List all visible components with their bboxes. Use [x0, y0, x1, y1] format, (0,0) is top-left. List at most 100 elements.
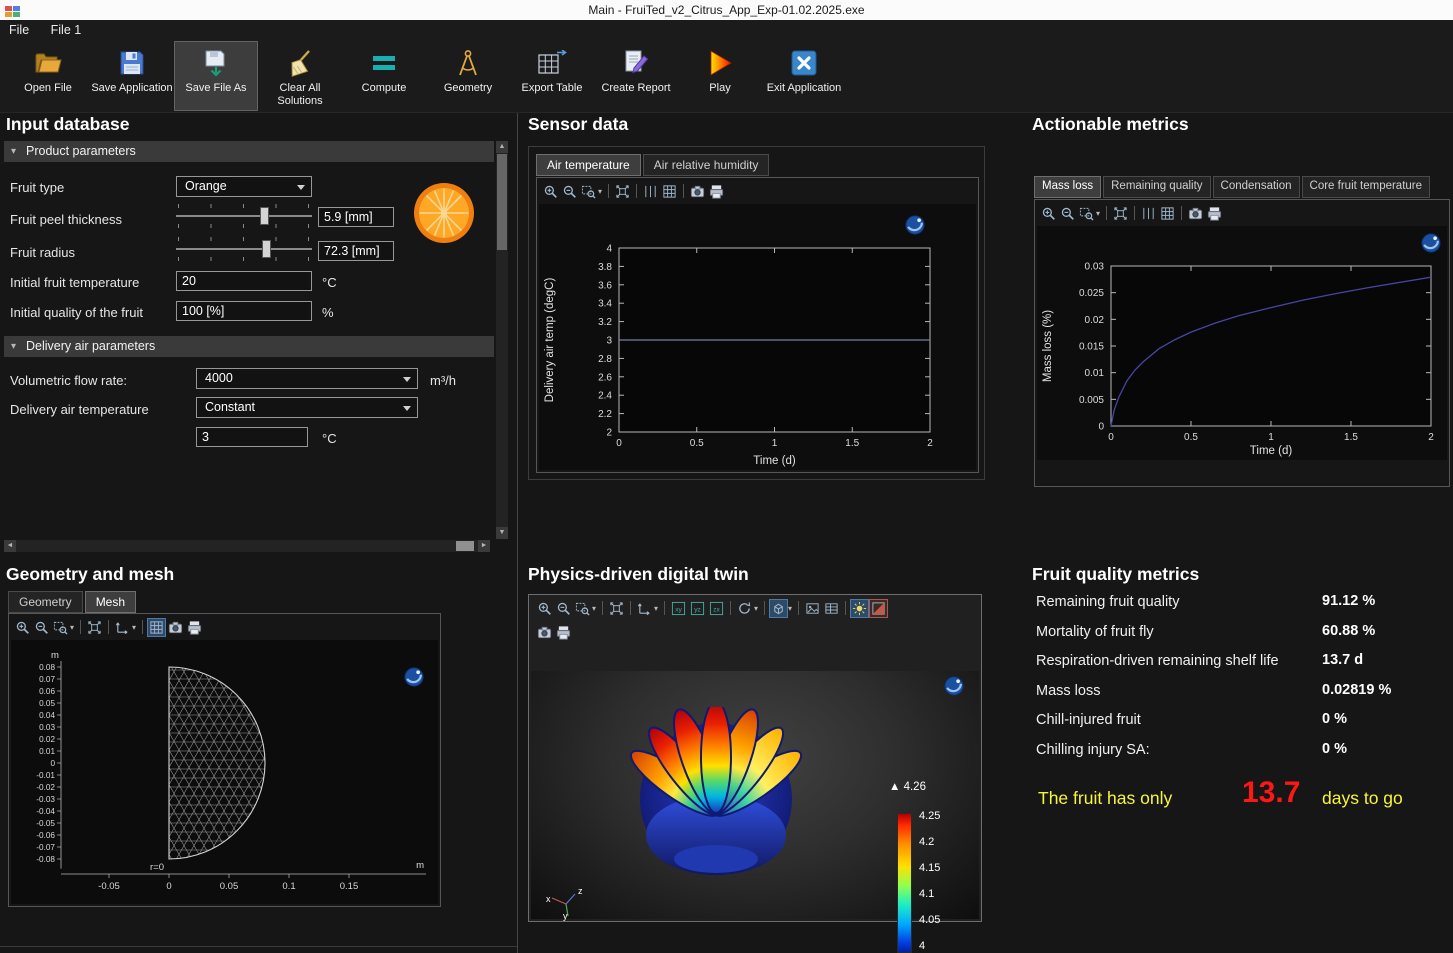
zoom-out-icon[interactable]: [32, 618, 51, 637]
zoom-in-icon[interactable]: [541, 182, 560, 201]
3d-viewport[interactable]: ▲ 4.26 4.25 4.2 4.15 4.1 4.05 4 ▼ 3.99 x…: [531, 671, 979, 919]
dropdown-caret-icon[interactable]: ▾: [70, 623, 74, 632]
zoom-in-icon[interactable]: [1039, 204, 1058, 223]
mesh-plot[interactable]: 0.080.070.060.050.040.030.020.010-0.01-0…: [11, 640, 438, 904]
menu-file-1[interactable]: File 1: [42, 20, 91, 41]
play-button[interactable]: Play: [678, 41, 762, 111]
delivery-air-parameters-header[interactable]: ▾ Delivery air parameters: [4, 336, 494, 357]
vlines-icon[interactable]: [641, 182, 660, 201]
clip-icon[interactable]: [869, 599, 888, 618]
exit-application-button[interactable]: Exit Application: [762, 41, 846, 111]
dropdown-caret-icon[interactable]: ▾: [1096, 209, 1100, 218]
zoom-out-icon[interactable]: [1058, 204, 1077, 223]
dropdown-caret-icon[interactable]: ▾: [754, 604, 758, 613]
extents-icon[interactable]: [613, 182, 632, 201]
camera-icon[interactable]: [535, 623, 554, 642]
fruit-radius-field[interactable]: 72.3 [mm]: [318, 241, 394, 261]
flow-rate-dropdown[interactable]: 4000: [196, 368, 418, 389]
default-view-icon[interactable]: [769, 599, 788, 618]
tab-geometry[interactable]: Geometry: [8, 591, 83, 613]
extents-icon[interactable]: [85, 618, 104, 637]
print-icon[interactable]: [1205, 204, 1224, 223]
grid-icon[interactable]: [660, 182, 679, 201]
geometry-button[interactable]: Geometry: [426, 41, 510, 111]
export-table-button[interactable]: Export Table: [510, 41, 594, 111]
product-parameters-header[interactable]: ▾ Product parameters: [4, 141, 494, 162]
scroll-right-button[interactable]: ►: [478, 540, 490, 552]
dropdown-caret-icon[interactable]: ▾: [598, 187, 602, 196]
save-application-button[interactable]: Save Application: [90, 41, 174, 111]
scroll-down-button[interactable]: ▼: [496, 527, 508, 539]
svg-text:Time (d): Time (d): [1250, 445, 1293, 457]
grid-icon[interactable]: [1158, 204, 1177, 223]
dropdown-caret-icon[interactable]: ▾: [654, 604, 658, 613]
peel-thickness-slider[interactable]: [176, 203, 312, 229]
fruit-radius-slider[interactable]: [176, 236, 312, 262]
camera-icon[interactable]: [1186, 204, 1205, 223]
clear-all-solutions-button[interactable]: Clear All Solutions: [258, 41, 342, 111]
extents-icon[interactable]: [607, 599, 626, 618]
scroll-up-button[interactable]: ▲: [496, 141, 508, 153]
metric-label: Respiration-driven remaining shelf life: [1036, 653, 1279, 669]
tab-condensation[interactable]: Condensation: [1213, 176, 1300, 198]
camera-icon[interactable]: [688, 182, 707, 201]
scrollbar-thumb[interactable]: [497, 154, 507, 250]
dropdown-caret-icon[interactable]: ▾: [132, 623, 136, 632]
initial-quality-field[interactable]: 100 [%]: [176, 301, 312, 321]
table-icon[interactable]: [822, 599, 841, 618]
zoom-box-icon[interactable]: [579, 182, 598, 201]
horizontal-scrollbar[interactable]: ◄ ►: [4, 540, 490, 552]
mass-loss-chart[interactable]: 00.511.5200.0050.010.0150.020.0250.03Tim…: [1037, 226, 1447, 460]
camera-icon[interactable]: [166, 618, 185, 637]
save-file-as-button[interactable]: Save File As: [174, 41, 258, 111]
constant-temp-field[interactable]: 3: [196, 427, 308, 447]
tab-remaining-quality[interactable]: Remaining quality: [1103, 176, 1210, 198]
open-file-button[interactable]: Open File: [6, 41, 90, 111]
vlines-icon[interactable]: [1139, 204, 1158, 223]
compute-button[interactable]: Compute: [342, 41, 426, 111]
zoom-out-icon[interactable]: [560, 182, 579, 201]
zoom-box-icon[interactable]: [573, 599, 592, 618]
svg-text:0.005: 0.005: [1079, 395, 1104, 406]
zoom-box-icon[interactable]: [1077, 204, 1096, 223]
dropdown-caret-icon[interactable]: ▾: [788, 604, 792, 613]
slider-thumb[interactable]: [262, 240, 271, 258]
print-icon[interactable]: [185, 618, 204, 637]
tab-mass-loss[interactable]: Mass loss: [1034, 176, 1101, 198]
view-yz-icon[interactable]: yz: [688, 599, 707, 618]
svg-text:2: 2: [606, 428, 612, 439]
delivery-temp-dropdown[interactable]: Constant: [196, 397, 418, 418]
create-report-button[interactable]: Create Report: [594, 41, 678, 111]
svg-text:Time (d): Time (d): [753, 455, 796, 467]
tab-air-temperature[interactable]: Air temperature: [536, 154, 641, 176]
axis-icon[interactable]: [113, 618, 132, 637]
zoom-box-icon[interactable]: [51, 618, 70, 637]
scrollbar-thumb[interactable]: [456, 541, 474, 551]
zoom-in-icon[interactable]: [13, 618, 32, 637]
view-zx-icon[interactable]: zx: [707, 599, 726, 618]
print-icon[interactable]: [707, 182, 726, 201]
zoom-in-icon[interactable]: [535, 599, 554, 618]
zoom-out-icon[interactable]: [554, 599, 573, 618]
save-icon: [118, 47, 146, 79]
view-xy-icon[interactable]: xy: [669, 599, 688, 618]
img-icon[interactable]: [803, 599, 822, 618]
grid-icon[interactable]: [147, 618, 166, 637]
rotate-icon[interactable]: [735, 599, 754, 618]
axis-icon[interactable]: [635, 599, 654, 618]
dropdown-caret-icon[interactable]: ▾: [592, 604, 596, 613]
scroll-left-button[interactable]: ◄: [4, 540, 16, 552]
vertical-scrollbar[interactable]: ▲ ▼: [496, 141, 508, 539]
peel-thickness-field[interactable]: 5.9 [mm]: [318, 207, 394, 227]
menu-file[interactable]: File: [0, 20, 38, 41]
extents-icon[interactable]: [1111, 204, 1130, 223]
tab-mesh[interactable]: Mesh: [85, 591, 136, 613]
fruit-type-dropdown[interactable]: Orange: [176, 176, 312, 197]
air-temperature-chart[interactable]: 00.511.5222.22.42.62.833.23.43.63.84Time…: [539, 204, 976, 470]
tab-core-fruit-temperature[interactable]: Core fruit temperature: [1302, 176, 1431, 198]
print-icon[interactable]: [554, 623, 573, 642]
initial-temp-field[interactable]: 20: [176, 271, 312, 291]
slider-thumb[interactable]: [260, 207, 269, 225]
tab-air-relative-humidity[interactable]: Air relative humidity: [643, 154, 770, 176]
light-icon[interactable]: [850, 599, 869, 618]
